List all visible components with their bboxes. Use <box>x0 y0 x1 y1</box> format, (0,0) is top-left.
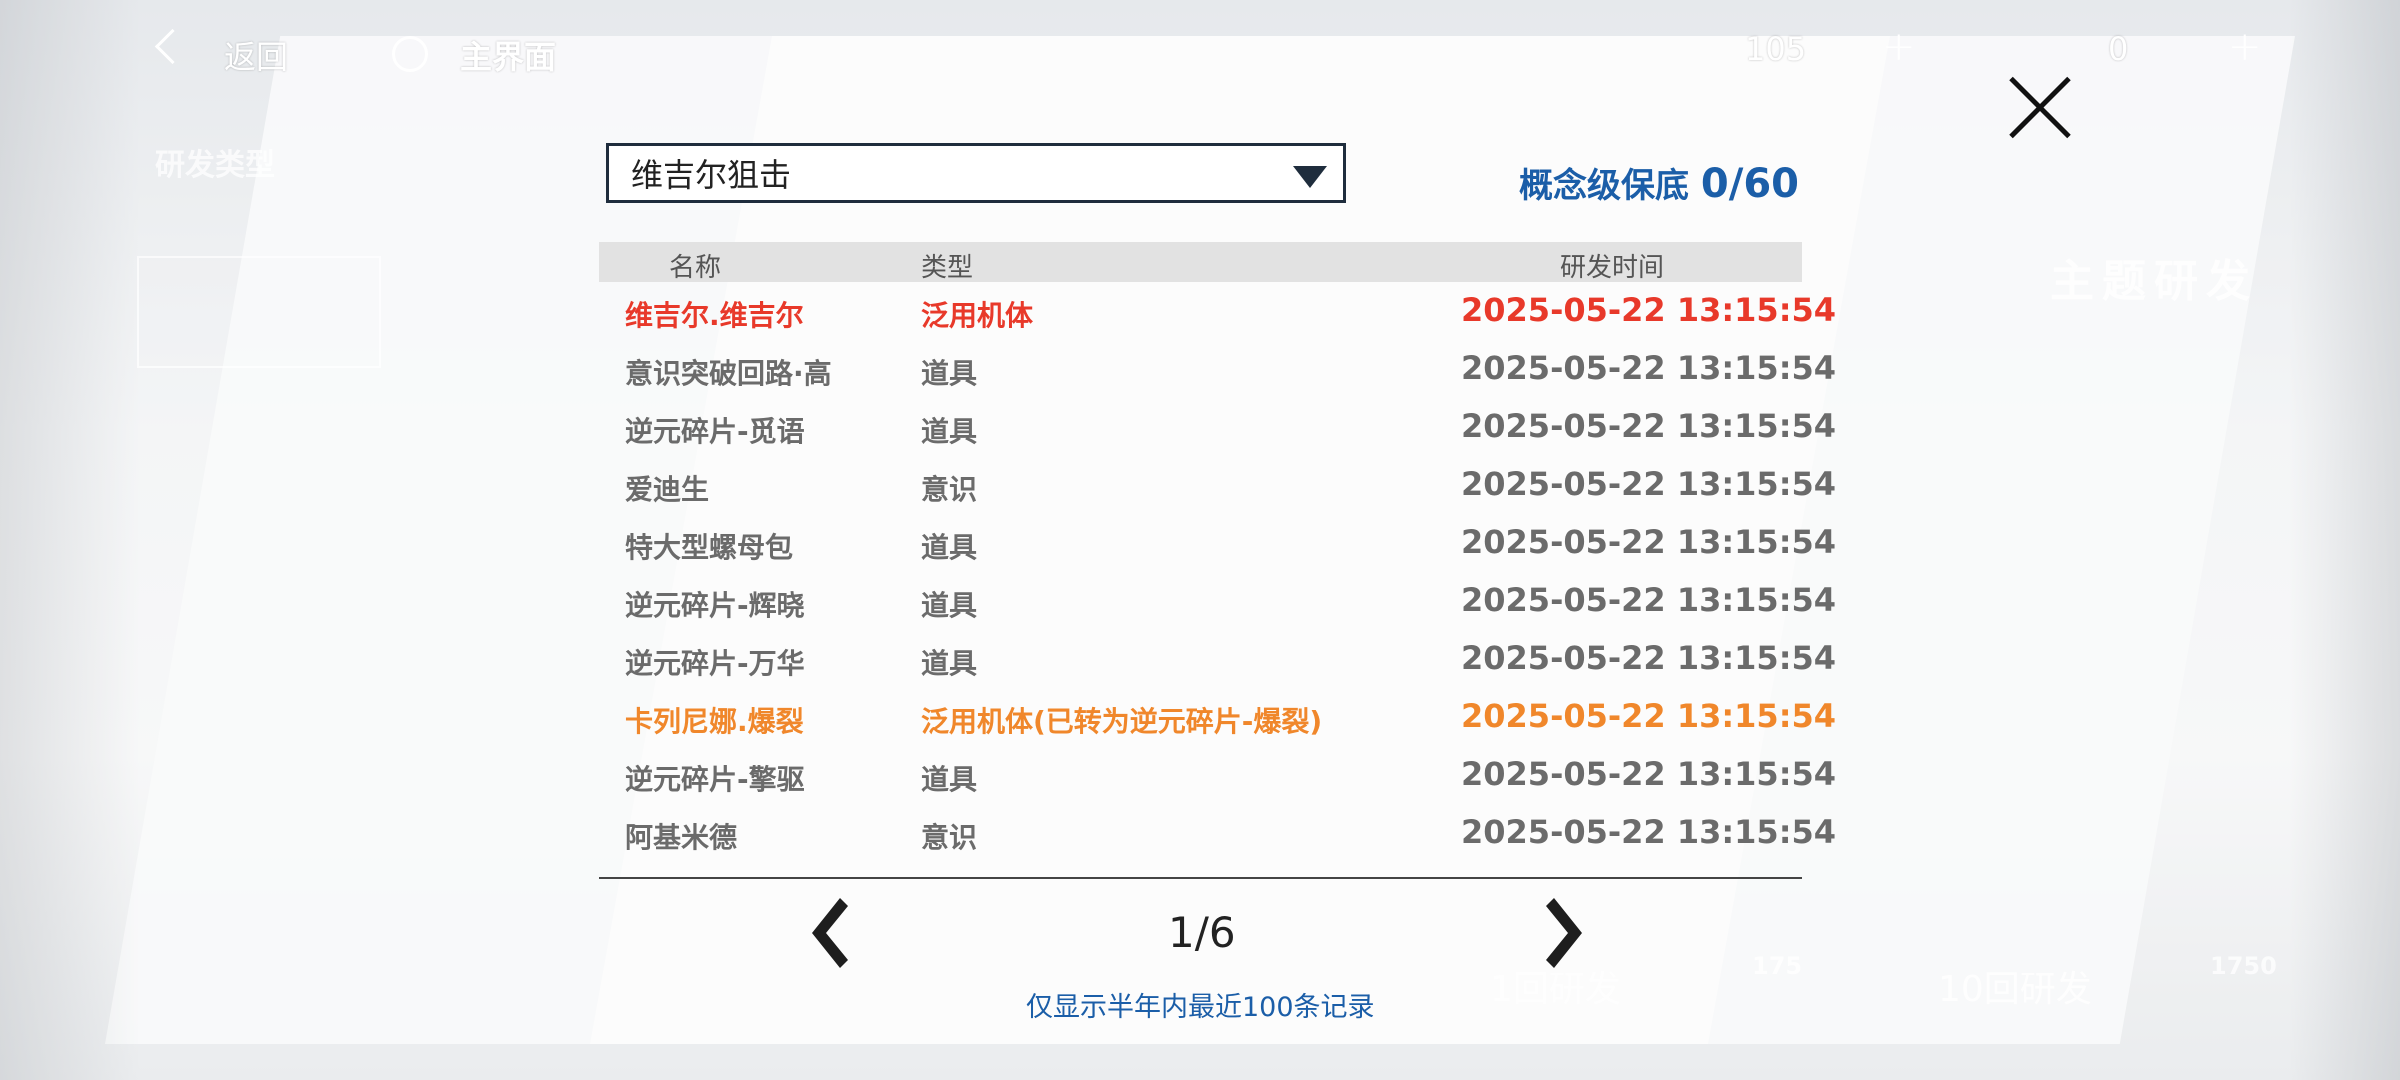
row-time: 2025-05-22 13:15:54 <box>1461 523 1837 561</box>
chevron-left-icon <box>812 898 848 968</box>
row-name: 逆元碎片-万华 <box>625 647 805 680</box>
next-page-button[interactable] <box>1544 894 1590 972</box>
row-name: 逆元碎片-觅语 <box>625 415 805 448</box>
row-type: 道具 <box>921 763 978 796</box>
row-type: 意识 <box>921 473 978 506</box>
table-bottom-divider <box>599 877 1802 879</box>
chevron-right-icon <box>1546 898 1582 968</box>
table-body: 维吉尔.维吉尔 泛用机体 2025-05-22 13:15:54 意识突破回路·高 道具… <box>599 282 1836 862</box>
currency1-add-button[interactable]: + <box>1882 24 1916 70</box>
row-time: 2025-05-22 13:15:54 <box>1461 639 1837 677</box>
column-type: 类型 <box>921 253 974 283</box>
prev-page-button[interactable] <box>804 894 850 972</box>
row-time: 2025-05-22 13:15:54 <box>1461 407 1837 445</box>
table-header: 名称 类型 研发时间 <box>599 242 1802 283</box>
row-name: 逆元碎片-辉晓 <box>625 589 805 622</box>
guarantee-value: 0/60 <box>1700 161 1799 207</box>
close-button[interactable] <box>2005 72 2075 142</box>
home-icon[interactable] <box>392 36 428 72</box>
table-row: 意识突破回路·高 道具 2025-05-22 13:15:54 <box>599 340 1836 398</box>
currency1-value: 105 <box>1745 30 1807 68</box>
dropdown-value: 维吉尔狙击 <box>631 156 792 194</box>
table-row: 卡列尼娜.爆裂 泛用机体(已转为逆元碎片-爆裂) 2025-05-22 13:15:… <box>599 688 1836 746</box>
records-note: 仅显示半年内最近100条记录 <box>1026 992 1375 1023</box>
table-row: 特大型螺母包 道具 2025-05-22 13:15:54 <box>599 514 1836 572</box>
row-name: 卡列尼娜.爆裂 <box>625 705 804 738</box>
table-row: 逆元碎片-觅语 道具 2025-05-22 13:15:54 <box>599 398 1836 456</box>
row-type: 道具 <box>921 589 978 622</box>
table-row: 维吉尔.维吉尔 泛用机体 2025-05-22 13:15:54 <box>599 282 1836 340</box>
row-name: 阿基米德 <box>625 821 738 854</box>
back-button[interactable]: 返回 <box>224 32 288 78</box>
currency2-add-button[interactable]: + <box>2228 24 2262 70</box>
row-time: 2025-05-22 13:15:54 <box>1461 465 1837 503</box>
row-time: 2025-05-22 13:15:54 <box>1461 349 1837 387</box>
table-row: 阿基米德 意识 2025-05-22 13:15:54 <box>599 804 1836 862</box>
guarantee-counter: 概念级保底 0/60 <box>1519 158 1799 207</box>
row-type: 道具 <box>921 415 978 448</box>
column-name: 名称 <box>669 253 722 283</box>
row-type: 意识 <box>921 821 978 854</box>
table-row: 逆元碎片-辉晓 道具 2025-05-22 13:15:54 <box>599 572 1836 630</box>
caret-down-icon <box>1293 166 1327 188</box>
table-row: 逆元碎片-万华 道具 2025-05-22 13:15:54 <box>599 630 1836 688</box>
row-time: 2025-05-22 13:15:54 <box>1461 581 1837 619</box>
row-name: 特大型螺母包 <box>625 531 794 564</box>
row-name: 意识突破回路·高 <box>625 357 832 390</box>
row-name: 逆元碎片-擎驱 <box>625 763 805 796</box>
row-name: 维吉尔.维吉尔 <box>625 299 804 332</box>
row-time: 2025-05-22 13:15:54 <box>1461 291 1837 329</box>
row-time: 2025-05-22 13:15:54 <box>1461 755 1837 793</box>
home-button[interactable]: 主界面 <box>460 32 556 78</box>
row-time: 2025-05-22 13:15:54 <box>1461 697 1837 735</box>
currency2-value: 0 <box>2108 30 2129 68</box>
history-table: 名称 类型 研发时间 维吉尔.维吉尔 泛用机体 2025-05-22 13:15:5… <box>599 242 1836 862</box>
row-type: 泛用机体 <box>921 299 1034 332</box>
guarantee-label: 概念级保底 <box>1519 166 1690 206</box>
row-time: 2025-05-22 13:15:54 <box>1461 813 1837 851</box>
page-indicator: 1/6 <box>1168 908 1236 957</box>
table-row: 爱迪生 意识 2025-05-22 13:15:54 <box>599 456 1836 514</box>
row-type: 泛用机体(已转为逆元碎片-爆裂) <box>921 705 1323 738</box>
row-type: 道具 <box>921 531 978 564</box>
row-type: 道具 <box>921 647 978 680</box>
pool-select-dropdown[interactable]: 维吉尔狙击 <box>606 143 1346 203</box>
column-time: 研发时间 <box>1560 253 1665 283</box>
table-row: 逆元碎片-擎驱 道具 2025-05-22 13:15:54 <box>599 746 1836 804</box>
row-type: 道具 <box>921 357 978 390</box>
row-name: 爱迪生 <box>625 473 710 506</box>
